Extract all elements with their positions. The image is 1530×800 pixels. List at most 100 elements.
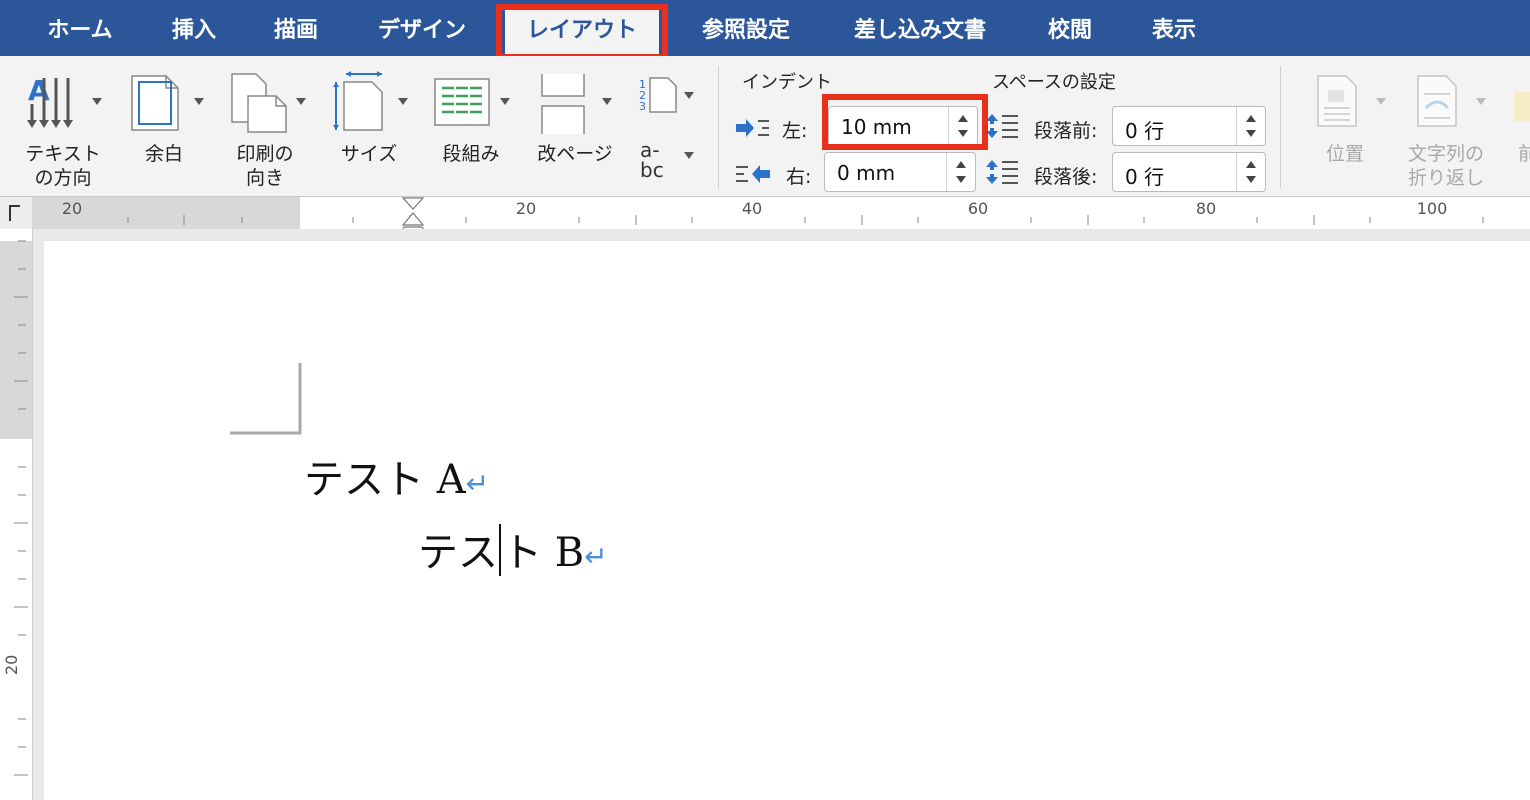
spacing-after-value: 0 行 — [1125, 165, 1165, 189]
ribbon-layout: A テキスト の方向 余白 印刷の 向き サイズ 段組み 改ページ 1 2 3 … — [0, 56, 1530, 197]
text-direction-label: テキスト の方向 — [25, 143, 101, 189]
line-numbers-icon: 1 2 3 — [639, 77, 677, 113]
spacing-after-stepper[interactable] — [1236, 153, 1265, 191]
chevron-down-icon — [296, 98, 306, 105]
ruler-number: 20 — [2, 654, 21, 675]
hyphenation-button[interactable]: a- bc — [636, 136, 700, 188]
canvas-background — [33, 229, 1530, 241]
indent-left-stepper[interactable] — [948, 107, 977, 145]
tab-references[interactable]: 参照設定 — [686, 0, 806, 56]
tab-review[interactable]: 校閲 — [1032, 0, 1108, 56]
line-numbers-button[interactable]: 1 2 3 — [636, 56, 700, 113]
bring-forward-icon — [1514, 92, 1530, 122]
spacing-group-title: スペースの設定 — [992, 72, 1116, 93]
tab-selector[interactable] — [0, 197, 32, 229]
tab-view[interactable]: 表示 — [1136, 0, 1212, 56]
ruler-number: 20 — [61, 199, 83, 218]
chevron-down-icon — [500, 98, 510, 105]
spacing-before-field[interactable]: 0 行 — [1112, 106, 1266, 146]
horizontal-ruler[interactable]: 20 20 40 60 80 100 — [32, 197, 1530, 239]
ribbon-separator — [718, 66, 719, 188]
svg-text:A: A — [28, 74, 50, 107]
spacing-before-value: 0 行 — [1125, 119, 1165, 143]
margins-button[interactable]: 余白 — [124, 56, 204, 196]
paragraph-mark-icon: ↵ — [465, 467, 490, 500]
tab-layout[interactable]: レイアウト — [505, 6, 659, 58]
position-label: 位置 — [1325, 143, 1364, 165]
ruler-number: 80 — [1195, 199, 1217, 218]
orientation-icon — [231, 73, 287, 133]
columns-icon — [434, 78, 490, 126]
chevron-down-icon — [398, 98, 408, 105]
paragraph-mark-icon: ↵ — [584, 540, 608, 573]
breaks-button[interactable]: 改ページ — [530, 56, 620, 196]
tab-mailings[interactable]: 差し込み文書 — [834, 0, 1006, 56]
spacing-before-label: 段落前: — [1034, 120, 1098, 142]
ruler-number: 100 — [1416, 199, 1448, 218]
ruler-ticks — [127, 215, 1484, 225]
tab-home[interactable]: ホーム — [28, 0, 132, 56]
ruler-ticks — [14, 240, 28, 776]
bring-forward-button[interactable]: 前 — [1502, 56, 1530, 196]
indent-right-value: 0 mm — [837, 161, 896, 185]
indent-right-label: 右: — [786, 166, 812, 188]
spacing-after-icon — [986, 160, 1018, 184]
document-page[interactable]: テスト A↵ テスト B↵ — [44, 241, 1530, 800]
size-label: サイズ — [340, 143, 398, 165]
chevron-down-icon — [1476, 98, 1486, 105]
text-direction-icon: A — [27, 74, 73, 128]
chevron-down-icon — [194, 98, 204, 105]
ruler-number: 60 — [967, 199, 989, 218]
size-button[interactable]: サイズ — [326, 56, 412, 196]
chevron-down-icon — [92, 98, 102, 105]
spacing-before-stepper[interactable] — [1236, 107, 1265, 145]
margins-icon — [131, 75, 179, 131]
spacing-after-label: 段落後: — [1034, 166, 1098, 188]
paragraph-2-text-before-cursor: テス — [418, 530, 498, 576]
indent-left-icon — [736, 119, 769, 137]
indent-right-field[interactable]: 0 mm — [824, 152, 976, 192]
ribbon-separator — [1280, 66, 1281, 188]
position-button[interactable]: 位置 — [1300, 56, 1390, 196]
text-direction-button[interactable]: A テキスト の方向 — [18, 56, 108, 196]
paragraph-1[interactable]: テスト A↵ — [304, 447, 489, 505]
spacing-after-field[interactable]: 0 行 — [1112, 152, 1266, 192]
ruler-number: 40 — [741, 199, 763, 218]
hyphenation-icon: a- bc — [640, 138, 664, 182]
svg-text:3: 3 — [639, 100, 646, 113]
breaks-label: 改ページ — [537, 143, 613, 165]
tab-insert[interactable]: 挿入 — [150, 0, 238, 56]
bring-forward-label: 前 — [1518, 143, 1530, 165]
wrap-text-button[interactable]: 文字列の 折り返し — [1398, 56, 1494, 196]
indent-right-icon — [736, 165, 770, 183]
orientation-label: 印刷の 向き — [236, 143, 294, 189]
spacing-before-icon — [986, 114, 1018, 138]
wrap-text-label: 文字列の 折り返し — [1407, 143, 1484, 189]
page-break-icon — [541, 74, 585, 134]
margin-corner-mark — [230, 363, 302, 435]
wrap-text-icon — [1417, 75, 1457, 127]
vertical-ruler[interactable]: 20 — [0, 229, 33, 800]
left-tab-icon — [9, 205, 20, 221]
indent-left-field[interactable]: 10 mm — [828, 106, 978, 146]
indent-left-label: 左: — [782, 120, 808, 142]
ribbon-tab-bar: ホーム 挿入 描画 デザイン レイアウト 参照設定 差し込み文書 校閲 表示 — [0, 0, 1530, 58]
tab-draw[interactable]: 描画 — [254, 0, 338, 56]
text-cursor — [499, 524, 501, 576]
paragraph-2-text-after-cursor: ト B — [502, 530, 585, 576]
paragraph-1-text: テスト A — [304, 457, 466, 503]
chevron-down-icon — [684, 152, 694, 159]
size-icon — [333, 71, 383, 131]
tab-design[interactable]: デザイン — [360, 0, 484, 56]
position-icon — [1317, 75, 1357, 127]
paragraph-2[interactable]: テスト B↵ — [418, 520, 608, 578]
orientation-button[interactable]: 印刷の 向き — [222, 56, 308, 196]
chevron-down-icon — [602, 98, 612, 105]
chevron-down-icon — [684, 92, 694, 99]
indent-group-title: インデント — [742, 72, 832, 93]
indent-right-stepper[interactable] — [946, 153, 975, 191]
columns-label: 段組み — [442, 143, 500, 165]
margins-label: 余白 — [144, 143, 183, 165]
columns-button[interactable]: 段組み — [428, 56, 514, 196]
indent-left-value: 10 mm — [841, 115, 912, 139]
